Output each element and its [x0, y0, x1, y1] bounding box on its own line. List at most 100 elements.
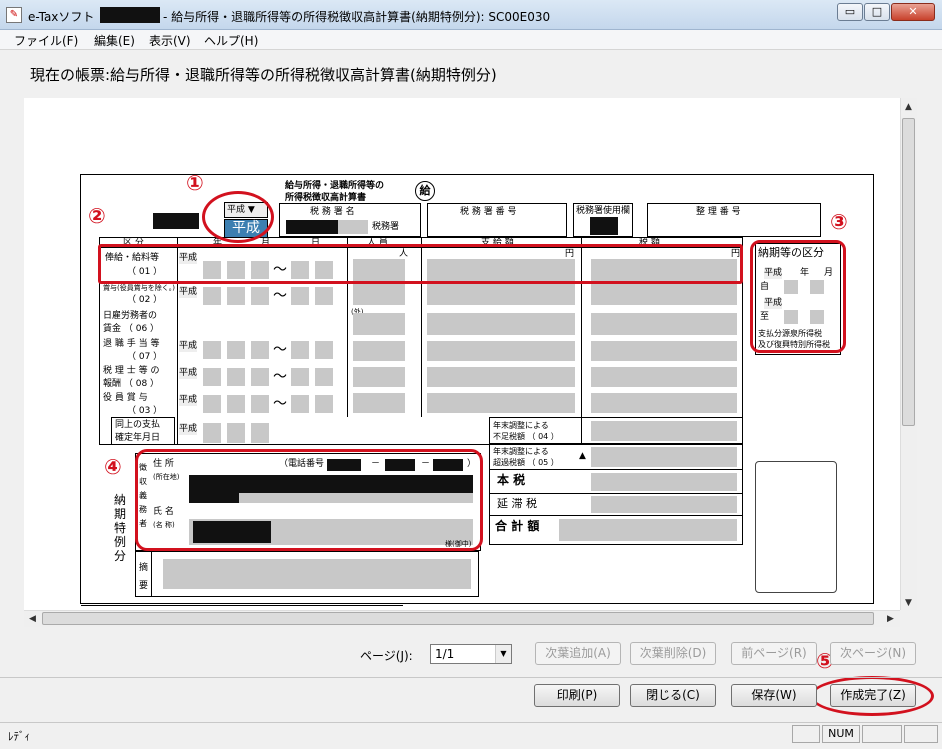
triangle-mark: ▲	[579, 451, 586, 461]
date-input[interactable]	[251, 395, 269, 413]
date-input[interactable]	[291, 368, 309, 386]
date-input[interactable]	[291, 341, 309, 359]
scroll-right-arrow-icon[interactable]: ▶	[883, 612, 898, 626]
close-button[interactable]: 閉じる(C)	[630, 684, 716, 707]
redacted-block	[100, 7, 160, 23]
tax-input[interactable]	[591, 313, 737, 335]
date-input[interactable]	[203, 287, 221, 305]
menu-help[interactable]: ヘルプ(H)	[204, 32, 258, 49]
date-input[interactable]	[203, 341, 221, 359]
people-input[interactable]	[353, 313, 405, 335]
date-input[interactable]	[203, 368, 221, 386]
finish-button[interactable]: 作成完了(Z)	[830, 684, 916, 707]
date-input[interactable]	[251, 368, 269, 386]
row-officer-bonus-code: （ 03 ）	[127, 406, 163, 416]
row-divider	[489, 515, 743, 516]
date-input[interactable]	[227, 287, 245, 305]
payment-input[interactable]	[427, 367, 575, 387]
payment-input[interactable]	[427, 341, 575, 361]
era-label: 平成	[179, 424, 198, 435]
row-tax-accountant-code: 報酬 （ 08 ）	[103, 379, 160, 389]
era-label: 平成	[179, 395, 198, 406]
date-input[interactable]	[251, 423, 269, 443]
special-vertical-label: 納期特例分	[114, 493, 127, 563]
payment-input[interactable]	[427, 393, 575, 413]
next-page-button[interactable]: 次ページ(N)	[830, 642, 916, 665]
tax-input[interactable]	[591, 341, 737, 361]
date-input[interactable]	[291, 287, 309, 305]
maximize-button[interactable]: □	[864, 3, 890, 21]
date-input[interactable]	[291, 395, 309, 413]
date-input[interactable]	[251, 341, 269, 359]
row-divider	[489, 493, 743, 494]
prev-page-button[interactable]: 前ページ(R)	[731, 642, 817, 665]
delete-next-page-button[interactable]: 次葉削除(D)	[630, 642, 716, 665]
page-select[interactable]: 1/1 ▼	[430, 644, 512, 664]
row-retirement-label: 退 職 手 当 等	[103, 339, 160, 349]
minimize-button[interactable]: ▭	[837, 3, 863, 21]
people-input[interactable]	[353, 367, 405, 387]
date-input[interactable]	[227, 368, 245, 386]
title-bar: ✎ e-Taxソフト - 給与所得・退職所得等の所得税徴収高計算書(納期特例分)…	[0, 0, 942, 30]
total-label: 合 計 額	[495, 519, 540, 533]
scroll-left-arrow-icon[interactable]: ◀	[25, 612, 40, 626]
date-input[interactable]	[203, 423, 221, 443]
yearend-shortfall-code: 不足税額 （ 04 ）	[493, 432, 559, 441]
redacted-block	[153, 213, 199, 229]
close-window-button[interactable]: ✕	[891, 3, 935, 21]
tax-office-name-input[interactable]	[338, 220, 368, 234]
date-input[interactable]	[315, 368, 333, 386]
form-bottom-line	[81, 605, 403, 606]
people-input[interactable]	[353, 393, 405, 413]
date-input[interactable]	[315, 341, 333, 359]
menu-edit[interactable]: 編集(E)	[94, 32, 135, 49]
annotation-era-highlight	[202, 191, 274, 243]
payment-input[interactable]	[427, 313, 575, 335]
window-title-document: - 給与所得・退職所得等の所得税徴収高計算書(納期特例分): SC00E030	[163, 10, 551, 24]
date-input[interactable]	[315, 287, 333, 305]
menu-view[interactable]: 表示(V)	[149, 32, 191, 49]
tax-input[interactable]	[591, 473, 737, 491]
redacted-block	[590, 217, 618, 235]
tax-input[interactable]	[591, 496, 737, 513]
date-input[interactable]	[251, 287, 269, 305]
date-input[interactable]	[315, 395, 333, 413]
yearend-excess-code: 超過税額 （ 05 ）	[493, 458, 559, 467]
vertical-scroll-thumb[interactable]	[902, 118, 915, 426]
scroll-up-arrow-icon[interactable]: ▲	[901, 100, 916, 114]
tilde: 〜	[273, 288, 287, 304]
row-bonus-code: （ 02 ）	[127, 295, 163, 305]
yearend-excess-label: 年末調整による	[493, 447, 549, 456]
date-input[interactable]	[203, 395, 221, 413]
annotation-number-3: ③	[830, 210, 848, 234]
row-tax-accountant-label: 税 理 士 等 の	[103, 366, 160, 376]
tax-office-name-box: 税 務 署 名 税務署	[279, 203, 421, 237]
add-next-page-button[interactable]: 次葉追加(A)	[535, 642, 621, 665]
date-input[interactable]	[227, 395, 245, 413]
row-day-labor-label: 日雇労務者の	[103, 311, 158, 321]
tax-input[interactable]	[591, 393, 737, 413]
scroll-down-arrow-icon[interactable]: ▼	[901, 596, 916, 610]
print-button[interactable]: 印刷(P)	[534, 684, 620, 707]
row-divider	[489, 443, 743, 444]
seal-box	[755, 461, 837, 593]
era-label: 平成	[179, 287, 198, 298]
horizontal-scroll-thumb[interactable]	[42, 612, 874, 625]
tilde: 〜	[273, 369, 287, 385]
total-input[interactable]	[559, 519, 737, 541]
era-label: 平成	[179, 368, 198, 379]
tax-input[interactable]	[591, 447, 737, 467]
date-input[interactable]	[227, 423, 245, 443]
annotation-number-4: ④	[104, 455, 122, 479]
page-select-value: 1/1	[435, 647, 455, 661]
chevron-down-icon[interactable]: ▼	[495, 645, 511, 663]
tax-input[interactable]	[591, 421, 737, 441]
tax-input[interactable]	[591, 367, 737, 387]
people-input[interactable]	[353, 341, 405, 361]
remarks-input[interactable]	[163, 559, 471, 589]
save-button[interactable]: 保存(W)	[731, 684, 817, 707]
menu-file[interactable]: ファイル(F)	[14, 32, 78, 49]
date-input[interactable]	[227, 341, 245, 359]
row-bonus-label: 賞与(役員賞与を除く。)	[103, 284, 175, 292]
app-icon: ✎	[6, 7, 22, 23]
